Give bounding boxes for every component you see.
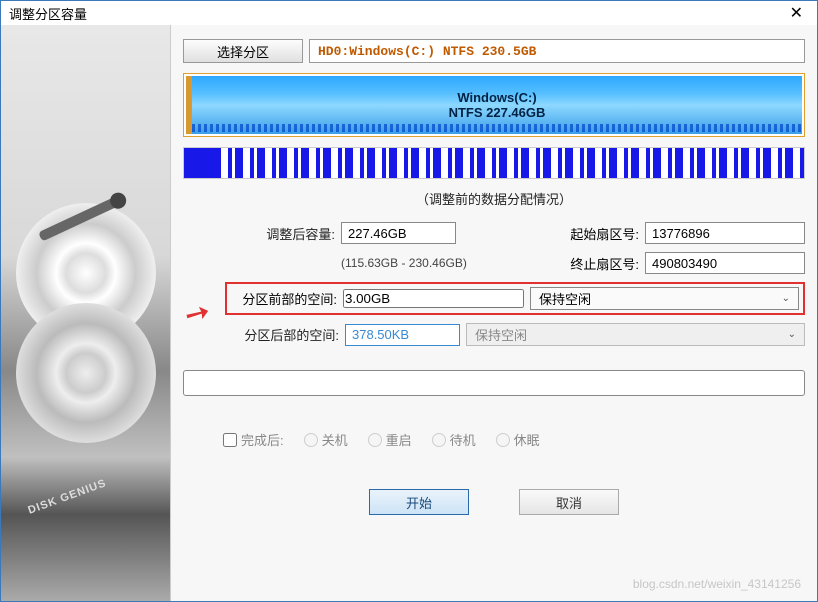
window-title: 调整分区容量 [9, 4, 87, 23]
front-space-option: 保持空闲 [539, 289, 591, 308]
back-space-option: 保持空闲 [475, 325, 527, 344]
front-space-input[interactable] [343, 289, 524, 308]
partition-info-display: HD0:Windows(C:) NTFS 230.5GB [309, 39, 805, 63]
front-space-dropdown[interactable]: 保持空闲 ⌄ [530, 287, 799, 310]
restart-radio[interactable]: 重启 [368, 430, 412, 449]
start-button[interactable]: 开始 [369, 489, 469, 515]
start-sector-input[interactable] [645, 222, 805, 244]
back-space-dropdown: 保持空闲 ⌄ [466, 323, 805, 346]
usage-bar [183, 147, 805, 179]
back-space-label: 分区后部的空间: [229, 325, 339, 344]
standby-radio[interactable]: 待机 [432, 430, 476, 449]
select-partition-button[interactable]: 选择分区 [183, 39, 303, 63]
titlebar: 调整分区容量 ✕ [1, 1, 817, 25]
resize-partition-dialog: 调整分区容量 ✕ DISK GENIUS 选择分区 HD0:Windows(C:… [0, 0, 818, 602]
front-space-label: 分区前部的空间: [231, 289, 337, 308]
chevron-down-icon: ⌄ [788, 329, 796, 340]
after-size-input[interactable] [341, 222, 456, 244]
hibernate-radio[interactable]: 休眠 [496, 430, 540, 449]
cancel-button[interactable]: 取消 [519, 489, 619, 515]
watermark: blog.csdn.net/weixin_43141256 [633, 577, 801, 591]
brand-label: DISK GENIUS [26, 477, 108, 516]
annotation-arrow-icon: ➚ [178, 292, 217, 335]
after-complete-checkbox[interactable]: 完成后: [223, 430, 284, 449]
front-space-highlight: ➚ 分区前部的空间: 保持空闲 ⌄ [225, 282, 805, 315]
diagram-fs-size: NTFS 227.46GB [449, 105, 546, 120]
usage-caption: （调整前的数据分配情况） [183, 189, 805, 208]
size-range-hint: (115.63GB - 230.46GB) [341, 256, 506, 270]
end-sector-input[interactable] [645, 252, 805, 274]
progress-bar [183, 370, 805, 396]
sidebar-illustration: DISK GENIUS [1, 25, 171, 601]
diagram-name: Windows(C:) [457, 90, 536, 105]
partition-diagram[interactable]: Windows(C:) NTFS 227.46GB [183, 73, 805, 137]
close-icon[interactable]: ✕ [784, 3, 809, 23]
start-sector-label: 起始扇区号: [547, 224, 639, 243]
shutdown-radio[interactable]: 关机 [304, 430, 348, 449]
end-sector-label: 终止扇区号: [547, 254, 639, 273]
back-space-input[interactable] [345, 324, 460, 346]
chevron-down-icon: ⌄ [782, 293, 790, 304]
after-size-label: 调整后容量: [183, 224, 335, 243]
